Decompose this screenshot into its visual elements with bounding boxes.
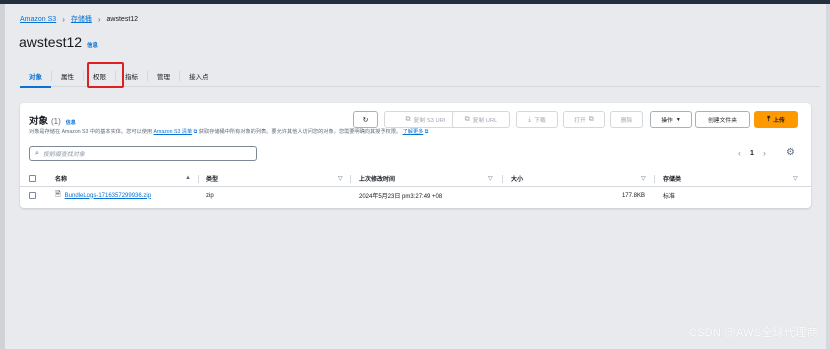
left-edge [0,4,5,349]
learn-more-link[interactable]: 了解更多 [403,129,424,135]
chevron-right-icon[interactable]: › [763,148,766,158]
create-folder-button[interactable]: 创建文件夹 [695,111,750,128]
info-link[interactable]: 信息 [87,41,98,49]
sort-ascending-icon[interactable]: ▲ [185,175,191,181]
button-label: 复制 URL [472,118,498,124]
inventory-link[interactable]: Amazon S3 清单 [154,129,193,135]
pagination: ‹ 1 › [738,148,766,158]
tab-management[interactable]: 管理 [148,65,179,87]
sort-icon[interactable]: ▽ [338,175,343,182]
object-type: zip [206,192,214,199]
object-size: 177.8KB [621,192,645,199]
copy-icon: ⧉ [405,115,411,123]
column-divider [502,175,503,183]
copy-icon: ⧉ [464,115,470,123]
actions-dropdown[interactable]: 操作 ▼ [650,111,692,128]
sort-icon[interactable]: ▽ [488,175,493,182]
chevron-left-icon[interactable]: ‹ [738,148,741,158]
column-divider [654,175,655,183]
external-link-icon: ⧉ [588,115,594,123]
watermark: CSDN @AWS全球代理商 [688,327,818,339]
button-label: 上传 [773,118,785,124]
console-top-bar [0,0,830,4]
object-name-link[interactable]: BundleLogs-1716357299936.zip [65,193,151,199]
button-label: 删除 [620,118,633,124]
caret-down-icon: ▼ [675,116,681,123]
button-label: 下载 [534,118,546,124]
panel-description: 对象是存储在 Amazon S3 中的基本实体。您可以使用 Amazon S3 … [29,128,429,136]
tab-bar: 对象 属性 权限 指标 管理 接入点 [20,65,820,88]
permissions-tab-highlight [87,62,124,88]
button-label: 复制 S3 URI [413,118,446,124]
objects-panel-title: 对象 (1) 信息 [29,113,76,127]
column-size[interactable]: 大小 [511,171,523,186]
button-label: 打开 [574,118,586,124]
object-count: (1) [51,117,61,126]
column-last-modified[interactable]: 上次修改时间 [359,171,395,186]
external-link-icon: ⧉ [193,129,198,135]
right-edge [826,4,830,349]
search-placeholder: 按前缀查找对象 [42,152,85,158]
object-storage-class: 标准 [663,194,676,200]
gear-icon[interactable]: ⚙ [786,147,795,158]
copy-url-button[interactable]: ⧉ 复制 URL [452,111,510,128]
refresh-button[interactable]: ↻ [353,111,378,128]
file-icon: 🗎 [55,191,61,198]
tab-properties[interactable]: 属性 [52,65,83,87]
tab-objects[interactable]: 对象 [20,65,51,88]
download-button[interactable]: ⤓ 下载 [516,111,558,128]
tab-access-points[interactable]: 接入点 [180,65,218,87]
sort-icon[interactable]: ▽ [793,175,798,182]
info-link[interactable]: 信息 [66,119,76,126]
page-number[interactable]: 1 [750,150,754,157]
search-input[interactable]: ⌕ 按前缀查找对象 [29,146,257,161]
column-storage-class[interactable]: 存储类 [663,171,681,186]
refresh-icon: ↻ [362,116,369,124]
column-divider [198,175,199,183]
breadcrumb-current: awstest12 [106,15,139,23]
desc-text: 对象是存储在 Amazon S3 中的基本实体。您可以使用 [29,129,153,135]
chevron-right-icon: › [62,14,65,24]
desc-text: 获取存储桶中所有对象的列表。要允许其他人访问您的对象，您需要明确向其授予权限。 [198,129,402,135]
select-all-checkbox[interactable] [29,175,36,182]
sort-icon[interactable]: ▽ [641,175,646,182]
search-icon: ⌕ [35,149,39,157]
object-last-modified: 2024年5月23日 pm3:27:49 +08 [359,194,443,200]
external-link-icon: ⧉ [424,129,429,135]
breadcrumb: Amazon S3 › 存储桶 › awstest12 [20,13,138,25]
column-type[interactable]: 类型 [206,171,218,186]
table-header: 名称 ▲ 类型 ▽ 上次修改时间 ▽ 大小 ▽ 存储类 ▽ [20,171,811,187]
download-icon: ⤓ [528,115,532,123]
page-title-text: awstest12 [19,34,83,50]
column-divider [350,175,351,183]
breadcrumb-amazon-s3[interactable]: Amazon S3 [20,16,56,23]
chevron-right-icon: › [97,14,101,24]
objects-panel: 对象 (1) 信息 对象是存储在 Amazon S3 中的基本实体。您可以使用 … [20,103,811,208]
column-name[interactable]: 名称 [55,171,67,186]
button-label: 操作 [661,118,673,124]
upload-icon: ⤒ [767,115,771,123]
panel-title-text: 对象 [29,116,49,127]
delete-button[interactable]: 删除 [610,111,643,128]
open-button[interactable]: 打开 ⧉ [563,111,605,128]
breadcrumb-buckets[interactable]: 存储桶 [71,14,92,24]
upload-button[interactable]: ⤒ 上传 [754,111,798,128]
button-label: 创建文件夹 [708,118,737,124]
row-checkbox[interactable] [29,192,36,199]
page-title: awstest12 信息 [19,34,98,50]
table-row: 🗎 BundleLogs-1716357299936.zip zip 2024年… [20,187,811,204]
